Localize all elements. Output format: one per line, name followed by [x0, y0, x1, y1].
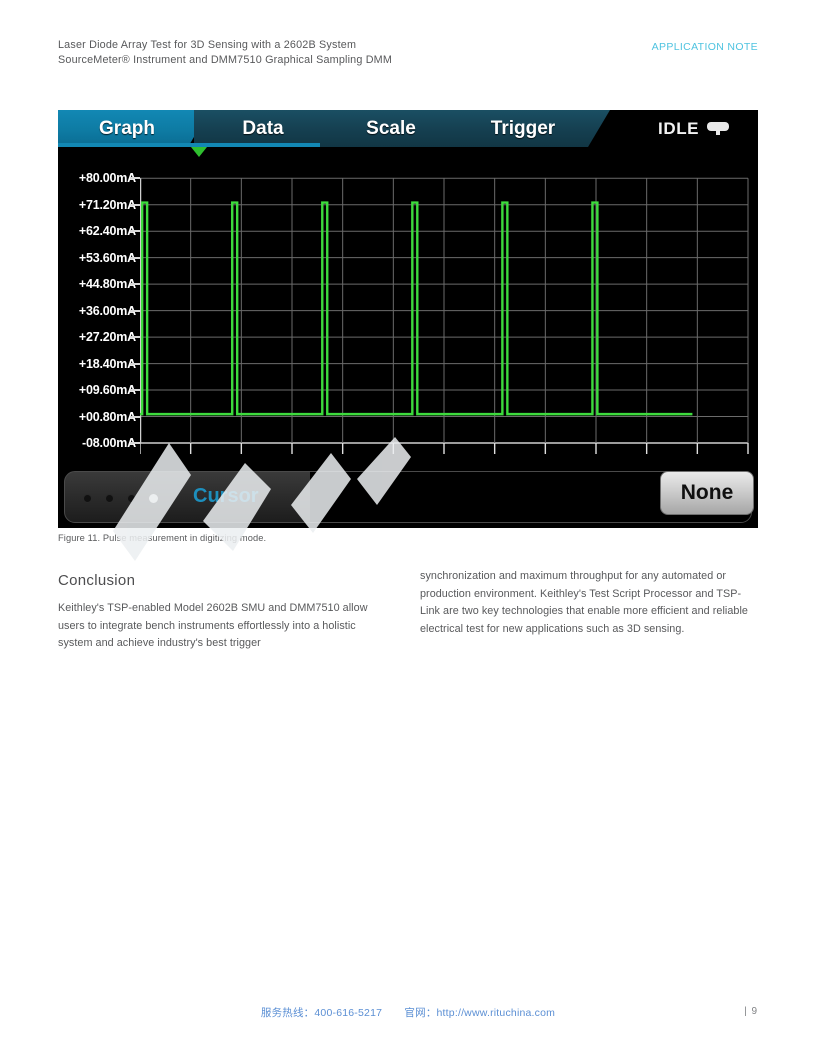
y-axis-tick-mark: [130, 389, 140, 392]
page-number: | 9: [744, 1006, 758, 1017]
y-axis-tick-mark: [130, 442, 140, 444]
footer-contact: 服务热线：400-616-5217 官网：http://www.rituchin…: [0, 1005, 816, 1020]
plot-grid[interactable]: [140, 147, 758, 467]
y-axis-tick-label: +36.00mA: [78, 303, 136, 318]
waveform-trace: [140, 201, 693, 416]
conclusion-heading: Conclusion: [58, 572, 136, 589]
trigger-marker-icon: [191, 147, 207, 157]
page-indicator-dots[interactable]: [83, 494, 158, 503]
conclusion-right-column: synchronization and maximum throughput f…: [420, 568, 758, 638]
y-axis-tick-mark: [130, 177, 140, 180]
cursor-none-button[interactable]: None: [660, 471, 754, 515]
y-axis-tick-label: +80.00mA: [78, 171, 136, 186]
tab-trigger[interactable]: Trigger: [450, 110, 610, 147]
tab-trigger-label: Trigger: [490, 117, 556, 139]
page-footer: 服务热线：400-616-5217 官网：http://www.rituchin…: [0, 1005, 816, 1031]
page-dot[interactable]: [149, 494, 158, 503]
conclusion-left-text: Keithley's TSP-enabled Model 2602B SMU a…: [58, 602, 368, 649]
y-axis-tick-label: +53.60mA: [78, 250, 136, 265]
tab-data-label: Data: [242, 117, 284, 139]
y-axis-tick-mark: [130, 283, 140, 286]
y-axis-tick-label: -08.00mA: [82, 436, 136, 450]
figure-caption: Figure 11. Pulse measurement in digitizi…: [58, 533, 267, 543]
y-axis-tick-mark: [130, 256, 140, 259]
y-axis-tick-mark: [130, 336, 140, 339]
document-title-line1: Laser Diode Array Test for 3D Sensing wi…: [58, 39, 357, 51]
conclusion-right-text: synchronization and maximum throughput f…: [420, 570, 748, 635]
cursor-label: Cursor: [193, 485, 259, 507]
page: Laser Diode Array Test for 3D Sensing wi…: [0, 0, 816, 1056]
tab-graph-label: Graph: [99, 117, 155, 139]
instrument-screenshot: Graph Data Scale Trigger IDLE +80.00mA +…: [58, 110, 758, 528]
instrument-tab-bar: Graph Data Scale Trigger IDLE: [58, 110, 758, 147]
y-axis-tick-label: +44.80mA: [78, 277, 136, 292]
cursor-toolbar: Cursor None: [58, 467, 758, 528]
y-axis-tick-label: +09.60mA: [78, 383, 136, 398]
application-note-badge: APPLICATION NOTE: [651, 41, 758, 53]
conclusion-left-column: Conclusion Keithley's TSP-enabled Model …: [58, 572, 388, 653]
y-axis-tick-label: +62.40mA: [78, 224, 136, 239]
y-axis-tick-label: +18.40mA: [78, 356, 136, 371]
y-axis-tick-label: +27.20mA: [78, 330, 136, 345]
instrument-status: IDLE: [658, 110, 730, 147]
y-axis-tick-mark: [130, 230, 140, 233]
tab-graph[interactable]: Graph: [58, 110, 210, 147]
page-header: Laser Diode Array Test for 3D Sensing wi…: [58, 38, 758, 76]
status-label: IDLE: [658, 118, 700, 138]
y-axis-tick-mark: [130, 309, 140, 312]
usb-icon: [707, 122, 730, 135]
y-axis-tick-mark: [130, 415, 140, 418]
usb-icon-stem: [716, 130, 721, 135]
tab-scale-label: Scale: [366, 117, 416, 139]
waveform-svg: [140, 177, 749, 454]
y-axis-tick-label: +71.20mA: [78, 197, 136, 212]
graph-plot-area: +80.00mA +71.20mA +62.40mA +53.60mA +44.80mA…: [58, 147, 758, 467]
footer-hotline: 服务热线：400-616-5217: [260, 1007, 383, 1019]
y-axis-tick-mark: [130, 362, 140, 365]
active-tab-underline: [58, 143, 320, 147]
cursor-panel: Cursor: [64, 471, 752, 523]
y-axis-labels: +80.00mA +71.20mA +62.40mA +53.60mA +44.80mA…: [58, 147, 140, 467]
y-axis-tick-label: +00.80mA: [78, 409, 136, 424]
page-dot[interactable]: [105, 494, 114, 503]
page-dot[interactable]: [83, 494, 92, 503]
page-dot[interactable]: [127, 494, 136, 503]
document-title-line2: SourceMeter® Instrument and DMM7510 Grap…: [58, 53, 393, 66]
footer-website[interactable]: 官网：http://www.rituchina.com: [404, 1007, 555, 1019]
y-axis-tick-mark: [130, 203, 140, 206]
